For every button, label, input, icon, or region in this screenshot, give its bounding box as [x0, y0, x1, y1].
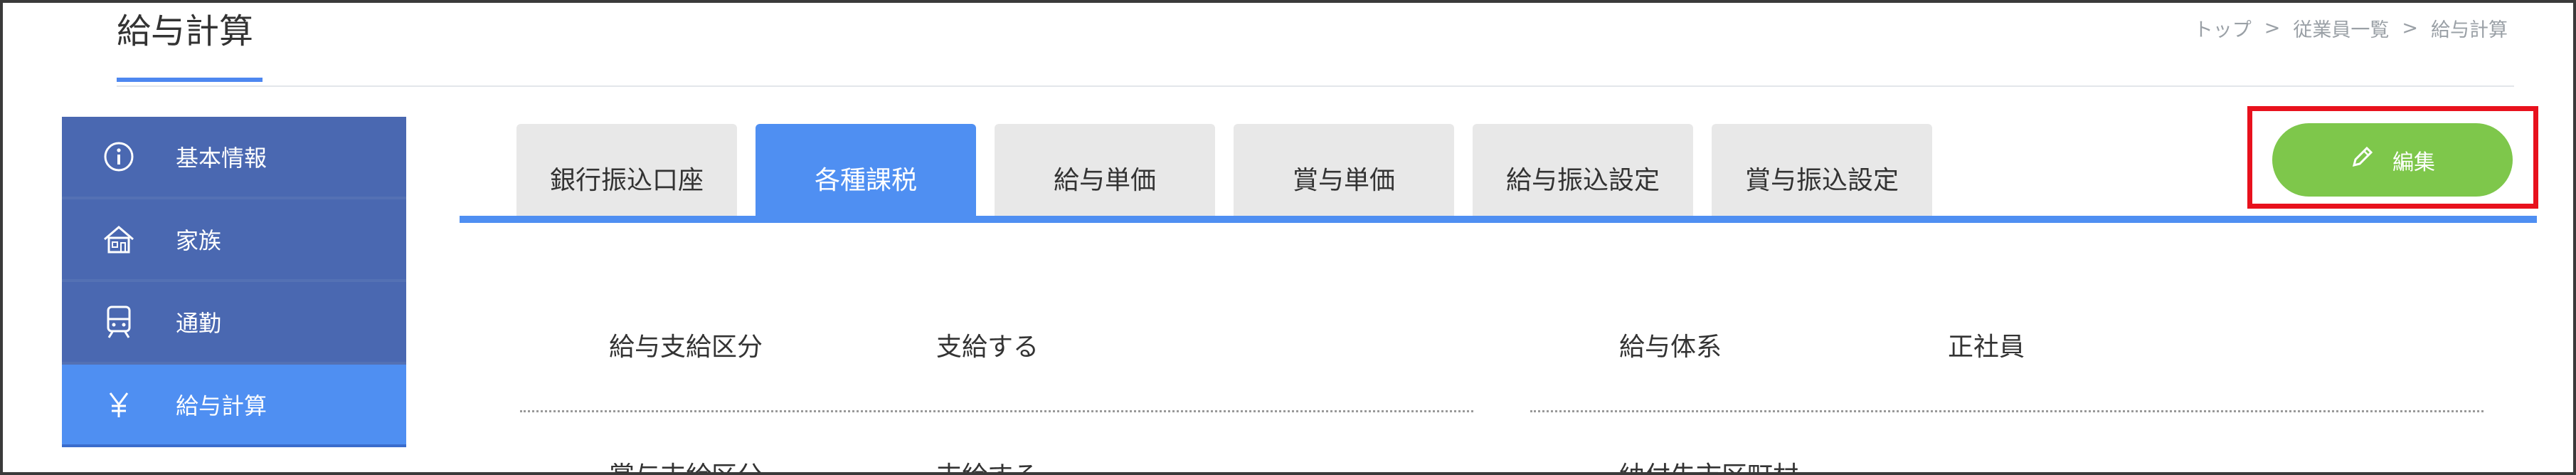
tab-taxation[interactable]: 各種課税 — [756, 124, 976, 216]
detail-panel: 給与支給区分 支給する 賞与支給区分 支給する 給与体系 正社員 納付先市区町村 — [460, 223, 2537, 472]
app-frame: 給与計算 トップ > 従業員一覧 > 給与計算 基本情報 家族 通勤 給与計算 … — [0, 0, 2576, 475]
sidebar: 基本情報 家族 通勤 給与計算 — [62, 117, 406, 472]
sidebar-item-label: 基本情報 — [176, 145, 267, 172]
tab-bonus-rate[interactable]: 賞与単価 — [1234, 124, 1454, 216]
sidebar-item-basic-info[interactable]: 基本情報 — [62, 117, 406, 199]
field-value-salary-system: 正社員 — [1948, 333, 2025, 362]
field-label-salary-system: 給与体系 — [1619, 333, 1722, 362]
breadcrumb-top[interactable]: トップ — [2194, 14, 2252, 42]
tab-salary-rate[interactable]: 給与単価 — [995, 124, 1215, 216]
tab-underline — [460, 216, 2537, 223]
sidebar-item-label: 給与計算 — [176, 392, 267, 419]
field-value-salary-payment: 支給する — [936, 333, 1039, 362]
row-divider — [1530, 410, 2484, 412]
tab-bonus-transfer[interactable]: 賞与振込設定 — [1712, 124, 1932, 216]
field-label-municipality: 納付先市区町村 — [1619, 455, 1798, 472]
sidebar-item-commute[interactable]: 通勤 — [62, 282, 406, 365]
breadcrumb-employee-list[interactable]: 従業員一覧 — [2293, 14, 2389, 42]
sidebar-item-family[interactable]: 家族 — [62, 199, 406, 282]
sidebar-item-label: 通勤 — [176, 310, 222, 337]
sidebar-item-label: 家族 — [176, 227, 222, 254]
row-divider — [520, 410, 1473, 412]
breadcrumb-separator: > — [2264, 17, 2281, 39]
field-label-bonus-payment: 賞与支給区分 — [609, 455, 763, 472]
field-label-salary-payment: 給与支給区分 — [609, 333, 763, 362]
title-underline — [117, 78, 263, 82]
yen-icon — [94, 389, 144, 420]
tab-salary-transfer[interactable]: 給与振込設定 — [1473, 124, 1693, 216]
tab-bar: 銀行振込口座 各種課税 給与単価 賞与単価 給与振込設定 賞与振込設定 — [516, 124, 1932, 216]
breadcrumb-separator: > — [2402, 17, 2418, 39]
pencil-icon — [2350, 145, 2374, 175]
house-icon — [94, 224, 144, 255]
edit-button[interactable]: 編集 — [2272, 123, 2513, 197]
field-value-bonus-payment: 支給する — [936, 455, 1039, 472]
tab-bank-account[interactable]: 銀行振込口座 — [516, 124, 737, 216]
breadcrumb-current: 給与計算 — [2431, 19, 2508, 41]
train-icon — [94, 305, 144, 339]
sidebar-item-payroll[interactable]: 給与計算 — [62, 365, 406, 447]
info-icon — [94, 141, 144, 172]
edit-button-label: 編集 — [2392, 150, 2435, 175]
page-title: 給与計算 — [117, 11, 254, 51]
header-divider — [117, 85, 2514, 87]
breadcrumb: トップ > 従業員一覧 > 給与計算 — [2194, 14, 2508, 42]
